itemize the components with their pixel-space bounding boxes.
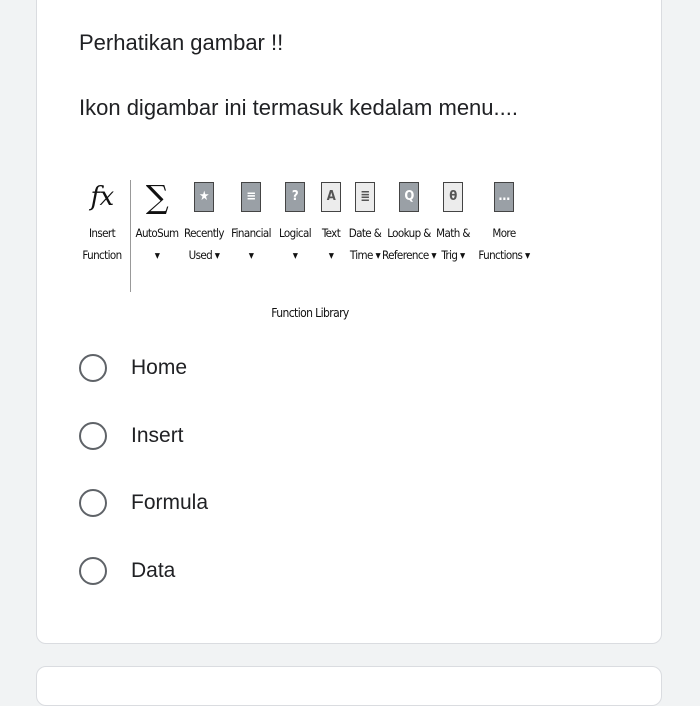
- financial-icon: ≡: [241, 182, 261, 212]
- next-question-card: [36, 666, 662, 706]
- logical-question-icon: ?: [285, 182, 305, 212]
- option-data[interactable]: Data: [79, 554, 175, 588]
- radio-button[interactable]: [79, 422, 107, 450]
- option-insert[interactable]: Insert: [79, 419, 184, 453]
- date-time-icon: ≣: [355, 182, 375, 212]
- option-formula[interactable]: Formula: [79, 486, 208, 520]
- radio-button[interactable]: [79, 354, 107, 382]
- logical-button: ? Logical ▾: [274, 172, 316, 266]
- radio-button[interactable]: [79, 557, 107, 585]
- autosum-sigma-icon: ∑: [145, 178, 169, 216]
- function-library-group-label: Function Library: [271, 306, 349, 320]
- option-label: Formula: [131, 491, 209, 514]
- ribbon-separator: [130, 180, 131, 292]
- question-text: Ikon digambar ini termasuk kedalam menu.…: [79, 95, 518, 120]
- more-functions-button: … More Functions ▾: [474, 172, 534, 266]
- math-trig-theta-icon: θ: [443, 182, 463, 212]
- recently-used-star-icon: ★: [194, 182, 214, 212]
- option-home[interactable]: Home: [79, 351, 187, 385]
- question-instruction: Perhatikan gambar !!: [79, 30, 284, 55]
- more-functions-icon: …: [494, 182, 514, 212]
- autosum-button: ∑ AutoSum ▾: [135, 178, 179, 262]
- text-a-icon: A: [321, 182, 341, 212]
- text-button: A Text ▾: [316, 172, 346, 266]
- lookup-reference-button: Q Lookup & Reference ▾: [382, 172, 437, 266]
- insert-function-button: fx Insert Function: [82, 182, 122, 262]
- option-label: Home: [131, 356, 188, 379]
- option-label: Insert: [131, 424, 184, 447]
- date-time-button: ≣ Date & Time ▾: [344, 172, 386, 266]
- option-label: Data: [131, 559, 176, 582]
- function-fx-icon: fx: [90, 182, 114, 212]
- recently-used-button: ★ Recently Used ▾: [180, 172, 228, 266]
- financial-button: ≡ Financial ▾: [228, 172, 274, 266]
- lookup-reference-icon: Q: [399, 182, 419, 212]
- math-trig-button: θ Math & Trig ▾: [430, 172, 476, 266]
- function-library-ribbon-image: fx Insert Function ∑ AutoSum ▾ ★ Recentl…: [80, 172, 540, 332]
- radio-button[interactable]: [79, 489, 107, 517]
